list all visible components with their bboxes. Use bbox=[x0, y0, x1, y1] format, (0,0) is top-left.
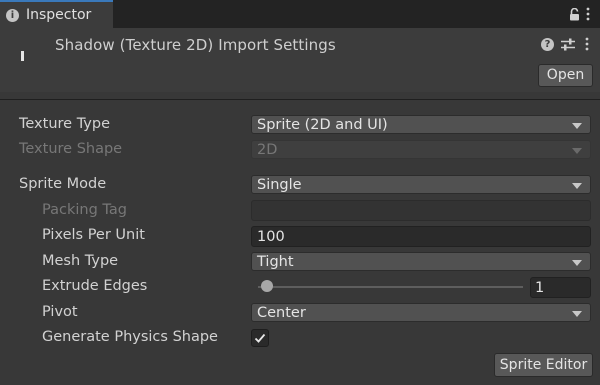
mesh-type-value: Tight bbox=[257, 254, 294, 270]
pivot-value: Center bbox=[257, 305, 306, 321]
open-button[interactable]: Open bbox=[538, 64, 593, 87]
generate-physics-shape-label: Generate Physics Shape bbox=[42, 329, 218, 345]
chevron-down-icon bbox=[572, 183, 582, 189]
extrude-edges-field[interactable]: 1 bbox=[530, 277, 591, 298]
info-icon: i bbox=[6, 9, 19, 22]
extrude-edges-label: Extrude Edges bbox=[42, 278, 148, 294]
header-title: Shadow (Texture 2D) Import Settings bbox=[55, 36, 336, 54]
extrude-edges-slider-thumb[interactable] bbox=[261, 280, 273, 292]
sprite-editor-button[interactable]: Sprite Editor bbox=[494, 353, 593, 377]
texture-type-value: Sprite (2D and UI) bbox=[257, 117, 388, 133]
sprite-mode-label: Sprite Mode bbox=[19, 176, 107, 192]
texture-shape-label: Texture Shape bbox=[19, 141, 123, 157]
chevron-down-icon bbox=[572, 123, 582, 129]
extrude-edges-value: 1 bbox=[535, 280, 545, 296]
texture-type-label: Texture Type bbox=[19, 116, 110, 132]
chevron-down-icon bbox=[572, 260, 582, 266]
texture-icon bbox=[21, 51, 24, 61]
chevron-down-icon bbox=[572, 148, 582, 154]
import-settings-header: Shadow (Texture 2D) Import Settings ? Op… bbox=[0, 28, 600, 92]
help-icon[interactable]: ? bbox=[541, 38, 554, 51]
presets-icon[interactable] bbox=[561, 38, 575, 51]
sprite-mode-value: Single bbox=[257, 177, 302, 193]
packing-tag-label: Packing Tag bbox=[42, 202, 127, 218]
tab-inspector[interactable]: i Inspector bbox=[0, 0, 113, 28]
kebab-menu-icon[interactable] bbox=[585, 37, 589, 51]
mesh-type-label: Mesh Type bbox=[42, 253, 119, 269]
generate-physics-shape-checkbox[interactable] bbox=[251, 329, 269, 347]
sprite-mode-dropdown[interactable]: Single bbox=[251, 175, 591, 194]
texture-shape-dropdown: 2D bbox=[251, 140, 591, 159]
texture-shape-value: 2D bbox=[257, 142, 278, 158]
tab-label: Inspector bbox=[26, 7, 92, 23]
mesh-type-dropdown[interactable]: Tight bbox=[251, 252, 591, 271]
checkmark-icon bbox=[254, 333, 266, 343]
lock-icon[interactable] bbox=[569, 8, 580, 21]
extrude-edges-slider-track[interactable] bbox=[258, 286, 523, 288]
pixels-per-unit-label: Pixels Per Unit bbox=[42, 227, 145, 243]
more-menu-icon[interactable] bbox=[586, 7, 590, 21]
texture-type-dropdown[interactable]: Sprite (2D and UI) bbox=[251, 115, 591, 134]
pixels-per-unit-field[interactable]: 100 bbox=[251, 226, 591, 247]
pixels-per-unit-value: 100 bbox=[257, 229, 285, 245]
chevron-down-icon bbox=[572, 311, 582, 317]
pivot-label: Pivot bbox=[42, 304, 78, 320]
tab-bar: i Inspector bbox=[0, 0, 600, 28]
divider bbox=[0, 99, 600, 100]
packing-tag-field bbox=[251, 200, 591, 221]
pivot-dropdown[interactable]: Center bbox=[251, 303, 591, 322]
